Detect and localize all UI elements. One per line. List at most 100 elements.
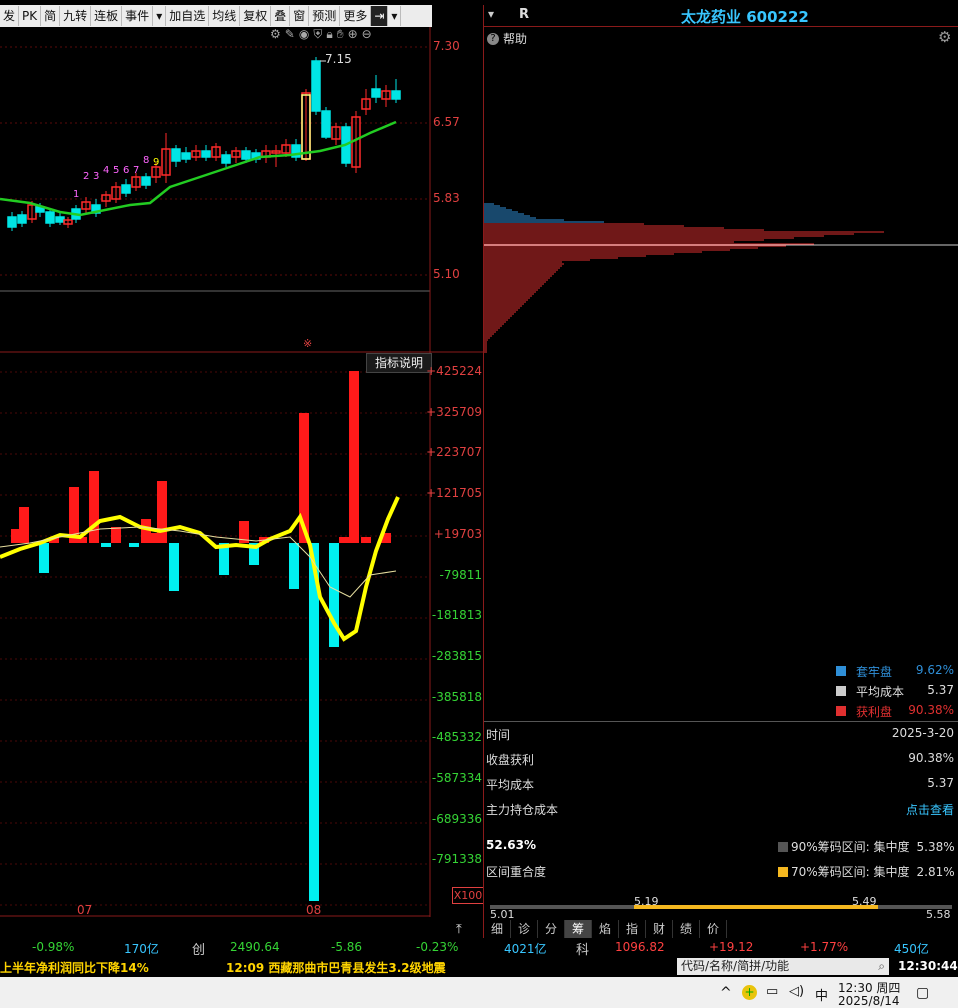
toolbar-item-8[interactable]: 复权 (240, 6, 272, 26)
toolbar-item-2[interactable]: 简 (41, 6, 61, 26)
cy-chg: -5.86 (331, 940, 363, 954)
network-icon[interactable]: ▭ (766, 984, 778, 999)
indicator-bar (157, 481, 167, 543)
legend-item: 平均成本 5.37 (836, 683, 956, 699)
tab-财[interactable]: 财 (646, 920, 673, 938)
candle (17, 214, 27, 224)
notification-icon[interactable]: ▢ (916, 985, 929, 1001)
info-divider (484, 721, 958, 722)
tab-细[interactable]: 细 (484, 920, 511, 938)
scroll-top-icon[interactable]: ⤒ (456, 922, 462, 937)
cy-label[interactable]: 创 (192, 939, 205, 958)
news-ticker: 上半年净利润同比下降14% 12:09 西藏那曲市巴青县发生3.2级地震 代码/… (0, 957, 958, 977)
info-row: 时间 2025-3-20 (486, 726, 954, 742)
count-mark: 4 (103, 165, 109, 176)
toolbar-item-12[interactable]: 更多 (340, 6, 372, 26)
candle (141, 176, 151, 186)
indicator-tick: -689336 (431, 811, 482, 826)
info-row[interactable]: 主力持仓成本 点击查看 (486, 801, 956, 826)
toolbar-dropdown-icon[interactable]: ▾ (153, 6, 167, 26)
indicator-help-button[interactable]: 指标说明 (366, 353, 432, 373)
candle (241, 150, 251, 160)
count-mark: 8 (143, 155, 149, 166)
toolbar-item-7[interactable]: 均线 (209, 6, 241, 26)
date-tick-08: 08 (306, 903, 322, 917)
legend-item: 套牢盘 9.62% (836, 663, 956, 679)
count-mark: 9 (153, 157, 159, 168)
indicator-tick: -791338 (431, 852, 482, 867)
tab-价[interactable]: 价 (700, 920, 727, 938)
news-item-2[interactable]: 12:09 西藏那曲市巴青县发生3.2级地震 (226, 959, 446, 976)
indicator-axis: +425224 +325709 +223707 +121705 +19703 -79811… (426, 363, 484, 883)
indicator-bar (339, 537, 349, 543)
expand-icon[interactable]: ⇥ (371, 6, 389, 26)
indicator-tick: -181813 (431, 608, 482, 623)
count-mark: 7 (133, 165, 139, 176)
indicator-bar (101, 543, 111, 547)
toolbar-item-5[interactable]: 事件 (122, 6, 154, 26)
toolbar-item-3[interactable]: 九转 (60, 6, 92, 26)
chart-toolbar: 发 PK 简九转 连板 事件 ▾ 加自选 均线 复权叠窗预测 更多 ⇥ ▾ (0, 5, 432, 27)
indicator-tick: -283815 (431, 648, 482, 663)
tab-诊[interactable]: 诊 (511, 920, 538, 938)
toolbar-item-10[interactable]: 窗 (290, 6, 310, 26)
kc-label[interactable]: 科 (576, 939, 589, 958)
count-mark: 2 (83, 171, 89, 182)
taskbar-date[interactable]: 2025/8/14 (838, 994, 900, 1008)
app-tray-icon[interactable]: + (742, 985, 757, 1000)
toolbar-item-1[interactable]: PK (19, 6, 42, 26)
price-tick: 7.30 (433, 39, 460, 53)
tab-分[interactable]: 分 (538, 920, 565, 938)
help-link[interactable]: ? 帮助 (487, 30, 527, 47)
indicator-scale-label: X100 (452, 887, 484, 904)
volume-icon[interactable]: ◁) (789, 984, 804, 999)
price-tick: 5.83 (433, 191, 460, 205)
tab-绩[interactable]: 绩 (673, 920, 700, 938)
news-item-1[interactable]: 上半年净利润同比下降14% (0, 959, 149, 976)
indicator-tick: +325709 (426, 404, 482, 419)
scroll-down-icon[interactable]: ▾ (488, 7, 494, 21)
indicator-bar (361, 537, 371, 543)
sh-amt: 170亿 (124, 942, 159, 956)
indicator-tick: +19703 (433, 526, 482, 541)
r-label[interactable]: R (519, 7, 529, 22)
stock-search-input[interactable]: 代码/名称/简拼/功能 ⌕ (677, 958, 889, 975)
indicator-tick: -385818 (431, 689, 482, 704)
high-price-label: 7.15 (325, 52, 352, 66)
indicator-bar (141, 519, 151, 543)
toolbar-item-4[interactable]: 连板 (91, 6, 123, 26)
candles (7, 57, 401, 231)
price-tick: 6.57 (433, 115, 460, 129)
indicator-bar (19, 507, 29, 543)
chip-range-70 (634, 905, 878, 909)
toolbar-item-11[interactable]: 预测 (309, 6, 341, 26)
switch-icon[interactable]: ※ (303, 337, 312, 350)
kc-chg: +19.12 (709, 940, 754, 954)
ime-indicator[interactable]: 中 (815, 985, 828, 1004)
toolbar-item-9[interactable]: 叠 (271, 6, 291, 26)
chip-distribution-chart (484, 203, 958, 353)
toolbar-item-6[interactable]: 加自选 (166, 6, 210, 26)
overlap-label: 区间重合度 (486, 865, 547, 879)
search-icon: ⌕ (878, 959, 885, 973)
count-mark: 6 (123, 165, 129, 176)
indicator-tick: -485332 (431, 730, 482, 745)
tab-筹[interactable]: 筹 (565, 920, 592, 938)
more-dropdown-icon[interactable]: ▾ (388, 6, 402, 26)
candle (171, 148, 181, 162)
candle (311, 60, 321, 112)
right-panel-header: ▾ R 太龙药业 600222 (484, 5, 958, 27)
indicator-bar (111, 527, 121, 543)
index-status-bar: -0.98% 170亿 创 2490.64 -5.86 -0.23% 4021亿… (0, 938, 958, 958)
indicator-tick: -79811 (439, 567, 482, 582)
tab-指[interactable]: 指 (619, 920, 646, 938)
chevron-up-icon[interactable]: ^ (720, 985, 732, 1001)
candle (55, 216, 65, 223)
info-row: 平均成本 5.37 (486, 776, 954, 792)
tab-焰[interactable]: 焰 (592, 920, 619, 938)
settings-gear-icon[interactable]: ⚙ (938, 28, 951, 46)
indicator-bars (11, 371, 391, 901)
candle (201, 150, 211, 158)
toolbar-item-0[interactable]: 发 (0, 6, 20, 26)
price-axis: 7.30 6.57 5.83 5.10 (432, 27, 484, 327)
